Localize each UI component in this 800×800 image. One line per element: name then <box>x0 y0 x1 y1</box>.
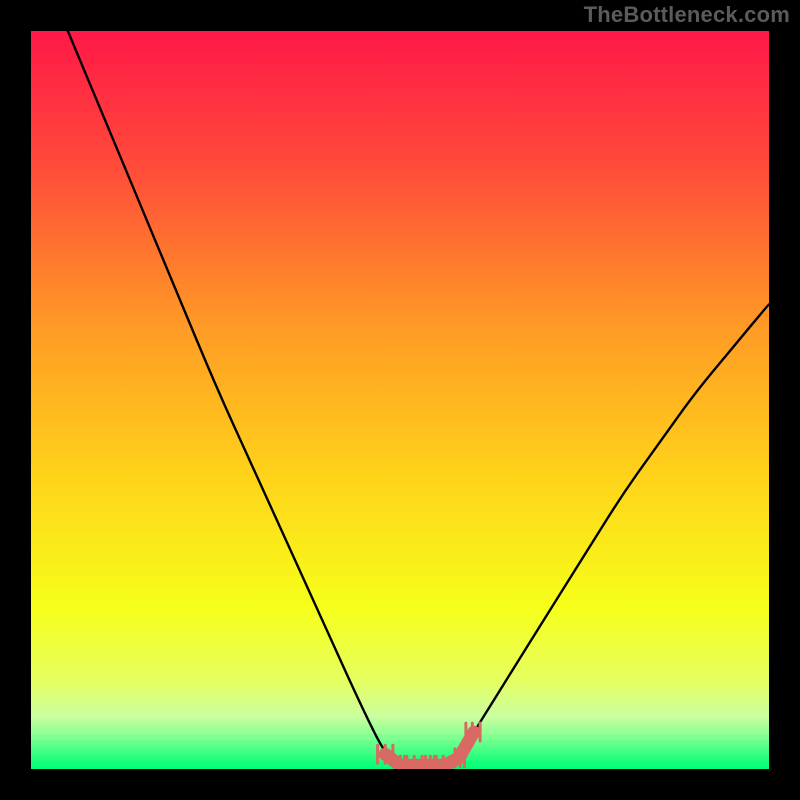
plot-area <box>31 31 769 769</box>
chart-frame: TheBottleneck.com <box>0 0 800 800</box>
chart-svg <box>31 31 769 769</box>
watermark-text: TheBottleneck.com <box>584 2 790 28</box>
gradient-background <box>31 31 769 769</box>
